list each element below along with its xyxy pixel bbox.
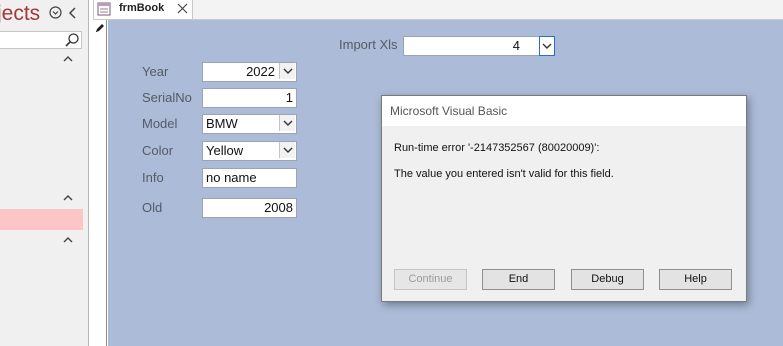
shutter-collapse-icon[interactable]	[68, 5, 78, 21]
continue-button[interactable]: Continue	[394, 269, 467, 290]
old-label: Old	[142, 200, 163, 215]
color-label: Color	[142, 143, 174, 158]
color-dropdown-button[interactable]	[279, 142, 295, 158]
chevron-down-icon	[542, 43, 552, 49]
chevron-down-icon	[283, 147, 293, 153]
tab-frmbook[interactable]: frmBook	[93, 0, 193, 19]
error-message: Run-time error '-2147352567 (80020009)':	[394, 142, 600, 154]
error-description: The value you entered isn't valid for th…	[394, 168, 614, 180]
chevron-up-icon[interactable]	[62, 54, 74, 64]
chevron-up-icon[interactable]	[62, 193, 74, 203]
record-selector[interactable]	[93, 20, 107, 346]
help-button[interactable]: Help	[659, 269, 732, 290]
nav-selected-item[interactable]	[0, 209, 83, 230]
chevron-down-circle-icon[interactable]	[49, 6, 62, 19]
chevron-up-icon[interactable]	[62, 235, 74, 245]
search-icon[interactable]	[64, 32, 80, 48]
serialno-label: SerialNo	[142, 90, 192, 105]
import-xls-combo[interactable]: 4	[403, 36, 540, 56]
document-tab-bar: frmBook	[93, 0, 783, 20]
year-dropdown-button[interactable]	[279, 63, 295, 79]
old-field[interactable]: 2008	[202, 198, 297, 218]
year-label: Year	[142, 64, 169, 79]
pencil-icon	[96, 24, 104, 32]
dialog-title: Microsoft Visual Basic	[390, 104, 508, 118]
vba-error-dialog: Microsoft Visual Basic Run-time error '-…	[381, 95, 747, 302]
import-xls-label: Import Xls	[339, 37, 398, 52]
chevron-down-icon	[283, 120, 293, 126]
import-xls-dropdown-button[interactable]	[539, 36, 555, 56]
info-label: Info	[142, 170, 164, 185]
navigation-pane: jects	[0, 0, 89, 346]
dialog-titlebar[interactable]: Microsoft Visual Basic	[382, 96, 746, 126]
model-dropdown-button[interactable]	[279, 115, 295, 131]
chevron-down-icon	[283, 68, 293, 74]
nav-header: jects	[0, 0, 89, 28]
end-button[interactable]: End	[482, 269, 555, 290]
form-icon	[97, 2, 111, 16]
serialno-field[interactable]: 1	[202, 88, 297, 108]
model-label: Model	[142, 116, 178, 131]
info-field[interactable]: no name	[202, 168, 297, 188]
tab-label: frmBook	[119, 2, 165, 14]
nav-title: jects	[0, 2, 41, 25]
close-icon[interactable]	[177, 3, 188, 14]
debug-button[interactable]: Debug	[571, 269, 644, 290]
